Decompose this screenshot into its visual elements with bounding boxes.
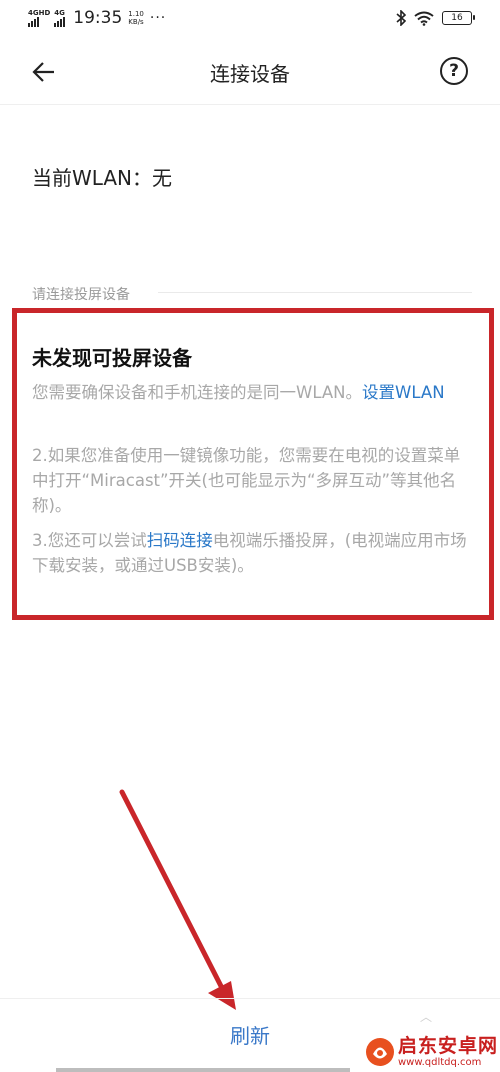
battery-icon: 16 [442, 11, 475, 25]
sim2-signal: 4G [54, 9, 66, 27]
notice-paragraph-1: 您需要确保设备和手机连接的是同一WLAN。设置WLAN [32, 380, 472, 405]
screen: 4GHD 4G 19:35 1.10 KB/s ··· 16 连接设备 ? 当前… [0, 0, 500, 1072]
notice-title: 未发现可投屏设备 [32, 346, 192, 370]
nav-bar: 连接设备 ? [0, 40, 500, 105]
chevron-up-icon: ︿ [420, 1010, 433, 1024]
clock: 19:35 [73, 8, 123, 28]
watermark: 启东安卓网 www.qdltdq.com [365, 1036, 498, 1068]
status-left: 4GHD 4G 19:35 1.10 KB/s ··· [28, 8, 166, 28]
sim2-label: 4G [54, 9, 65, 17]
refresh-button[interactable]: 刷新 [200, 1020, 300, 1049]
signal-icon [28, 17, 39, 27]
question-icon: ? [449, 61, 459, 81]
more-notifications-icon: ··· [149, 10, 167, 26]
speed-unit: KB/s [128, 18, 144, 26]
network-speed: 1.10 KB/s [128, 10, 144, 26]
status-right: 16 [396, 10, 475, 26]
scan-connect-link[interactable]: 扫码连接 [147, 531, 213, 550]
watermark-name: 启东安卓网 [397, 1035, 498, 1057]
battery-level: 16 [451, 13, 463, 23]
signal-icon [54, 17, 66, 27]
section-header: 请连接投屏设备 [32, 287, 130, 303]
notice-text: 3.您还可以尝试 [32, 531, 147, 550]
bluetooth-icon [396, 10, 406, 26]
help-button[interactable]: ? [440, 57, 468, 85]
watermark-logo-icon [365, 1038, 394, 1066]
watermark-text: 启东安卓网 www.qdltdq.com [397, 1035, 498, 1069]
watermark-url: www.qdltdq.com [397, 1057, 482, 1068]
notice-paragraph-3: 3.您还可以尝试扫码连接电视端乐播投屏，(电视端应用市场下载安装，或通过USB安… [32, 528, 472, 578]
speed-value: 1.10 [128, 10, 144, 18]
gesture-bar [56, 1068, 350, 1072]
status-bar: 4GHD 4G 19:35 1.10 KB/s ··· 16 [0, 0, 500, 40]
notice-paragraph-2: 2.如果您准备使用一键镜像功能，您需要在电视的设置菜单中打开“Miracast”… [32, 446, 461, 515]
page-title: 连接设备 [210, 62, 290, 86]
divider [158, 292, 472, 293]
sim1-signal: 4GHD [28, 9, 50, 27]
current-wlan-label: 当前WLAN：无 [32, 166, 173, 190]
sim1-label: 4GHD [28, 9, 51, 17]
wlan-settings-link[interactable]: 设置WLAN [362, 383, 445, 402]
wifi-icon [414, 11, 434, 26]
notice-text: 您需要确保设备和手机连接的是同一WLAN。 [32, 383, 363, 402]
